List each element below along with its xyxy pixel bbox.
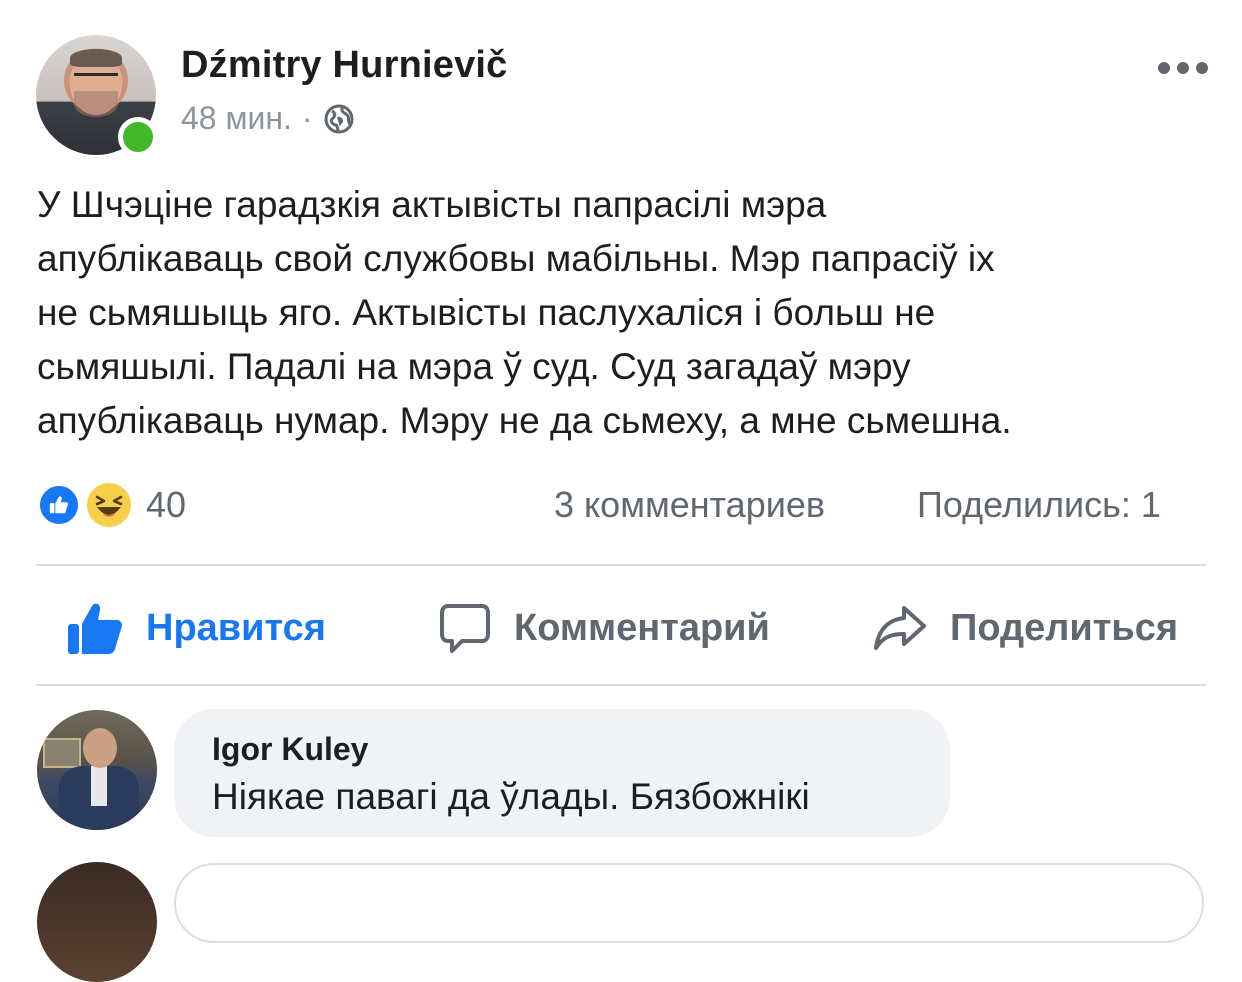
- post-meta: 48 мин. ·: [181, 100, 355, 137]
- comments-count-link[interactable]: 3 комментариев: [554, 484, 825, 526]
- divider: [36, 684, 1206, 686]
- reaction-count[interactable]: 40: [146, 484, 186, 526]
- avatar-background-picture: [43, 738, 81, 768]
- comment-button[interactable]: Комментарий: [438, 598, 770, 658]
- meta-separator: ·: [301, 100, 313, 136]
- more-options-icon[interactable]: [1158, 62, 1208, 80]
- comment-bubble-icon: [440, 604, 490, 653]
- globe-icon[interactable]: [323, 103, 355, 135]
- thumbs-up-icon: [68, 603, 122, 654]
- like-reaction-icon[interactable]: [37, 483, 81, 527]
- commenter-avatar[interactable]: [37, 710, 157, 830]
- avatar-hair: [70, 49, 122, 67]
- comment-button-label: Комментарий: [514, 606, 770, 649]
- post-text: У Шчэціне гарадзкія актывісты папрасілі …: [37, 178, 1207, 448]
- avatar-glasses: [74, 73, 118, 84]
- commenter-avatar[interactable]: [37, 862, 157, 982]
- laughing-face-icon: [95, 495, 123, 517]
- like-button[interactable]: Нравится: [66, 598, 326, 658]
- avatar-shirt: [91, 766, 107, 806]
- post-timestamp[interactable]: 48 мин.: [181, 100, 292, 137]
- comment-author-name[interactable]: Igor Kuley: [212, 731, 368, 768]
- shares-count-link[interactable]: Поделились: 1: [917, 484, 1161, 526]
- post-text-line: апублікаваць свой службовы мабільны. Мэр…: [37, 238, 995, 279]
- comment-input-field[interactable]: [174, 863, 1204, 943]
- post-text-line: У Шчэціне гарадзкія актывісты папрасілі …: [37, 184, 827, 225]
- comment-text: Ніякае павагі да ўлады. Бязбожнікі: [212, 776, 810, 817]
- share-button-label: Поделиться: [950, 606, 1179, 649]
- share-button[interactable]: Поделиться: [872, 598, 1178, 658]
- like-button-label: Нравится: [146, 606, 326, 649]
- online-status-indicator: [118, 117, 158, 157]
- thumbs-up-icon: [49, 496, 68, 514]
- post-text-line: апублікаваць нумар. Мэру не да сьмеху, а…: [37, 400, 1012, 441]
- avatar-beard: [74, 91, 118, 117]
- avatar-head: [83, 728, 117, 768]
- post-author-name[interactable]: Dźmitry Hurnievič: [181, 44, 508, 87]
- post-text-line: сьмяшылі. Падалі на мэра ў суд. Суд зага…: [37, 346, 911, 387]
- post-text-line: не сьмяшыць яго. Актывісты паслухаліся і…: [37, 292, 936, 333]
- share-arrow-icon: [874, 606, 926, 650]
- divider: [36, 564, 1206, 566]
- haha-reaction-icon[interactable]: [84, 480, 134, 530]
